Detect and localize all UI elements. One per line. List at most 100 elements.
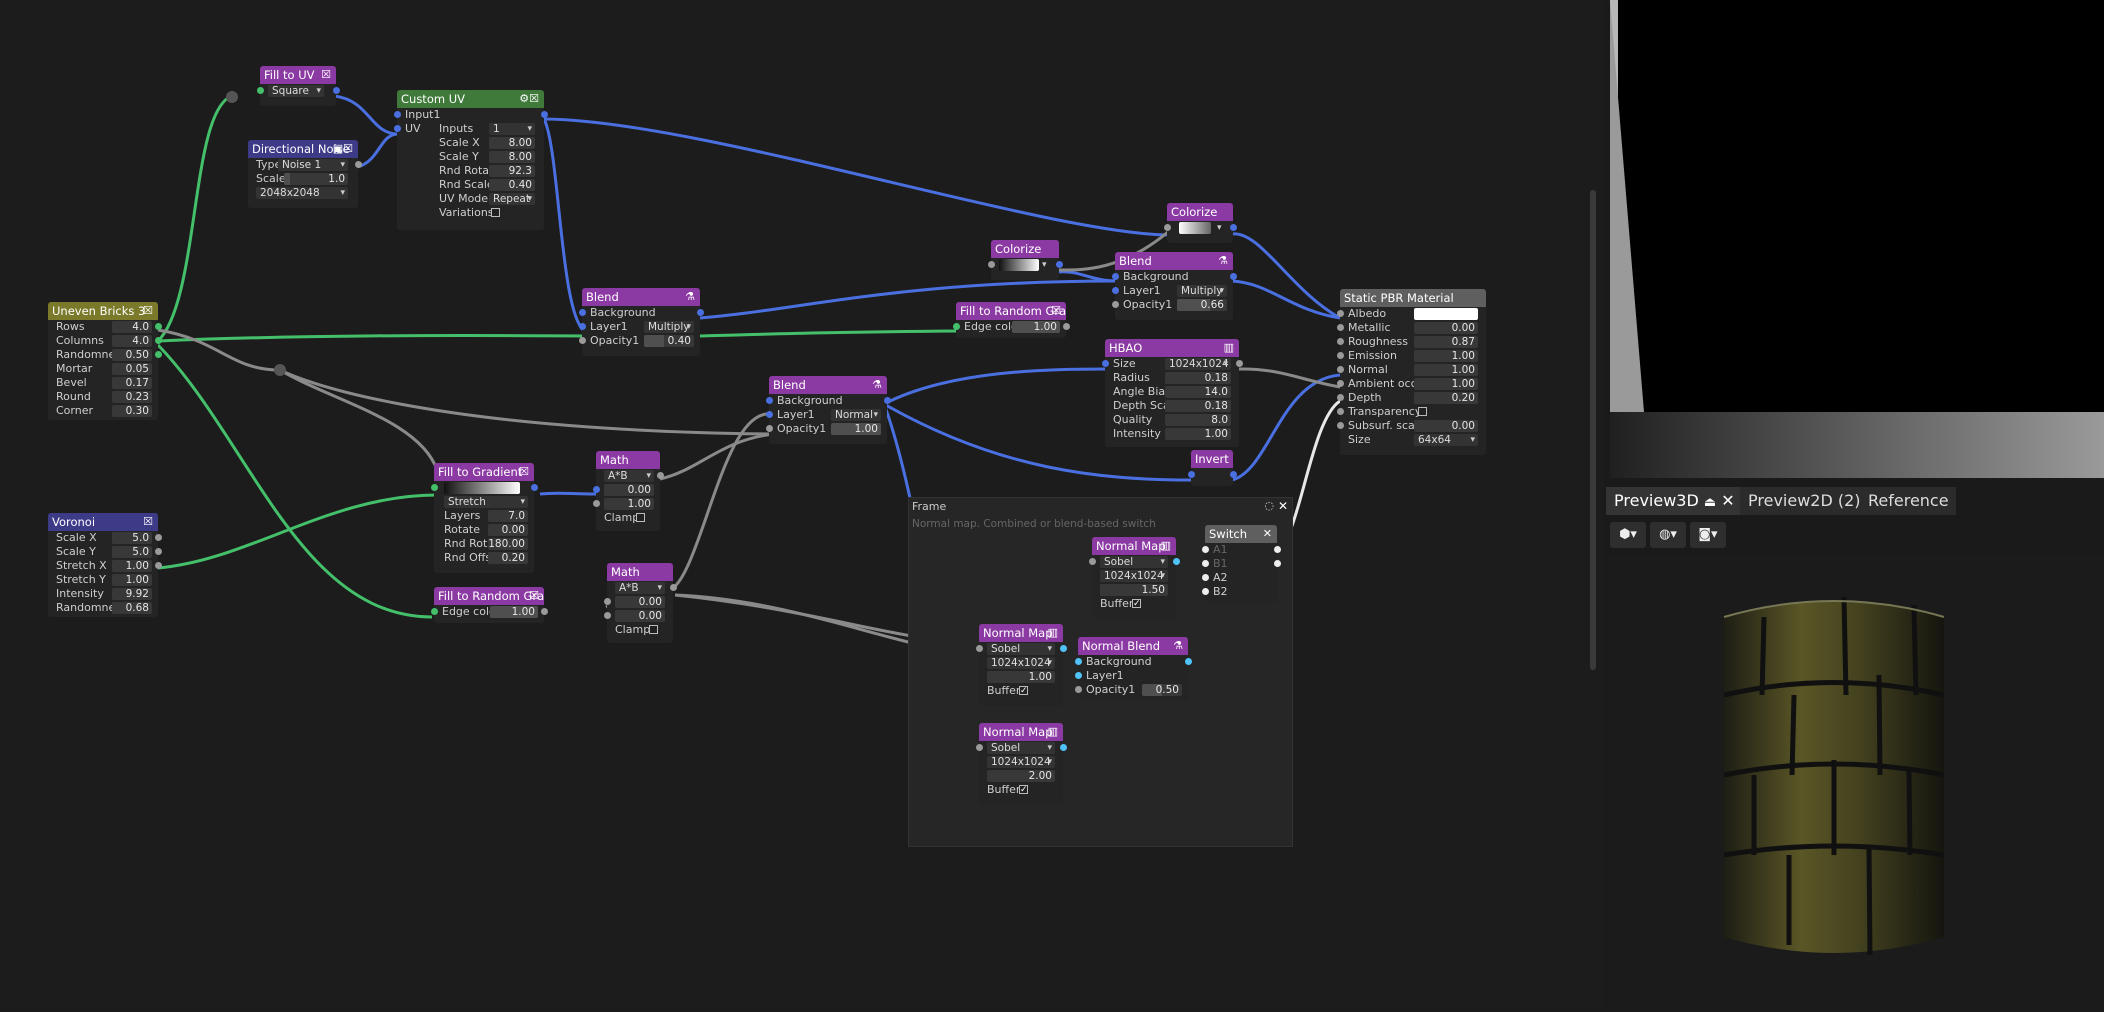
node-title[interactable]: Fill to Random Gray ☒ (956, 302, 1066, 320)
camera-icon[interactable]: ◙▾ (1690, 522, 1726, 548)
node-title[interactable]: Math (607, 563, 673, 581)
close-icon[interactable]: ☒ (1051, 302, 1061, 320)
value-field[interactable]: 0.50 (112, 349, 152, 361)
size-dropdown[interactable]: 64x64 (1414, 434, 1478, 446)
node-title[interactable]: Invert (1191, 450, 1233, 468)
clamp-checkbox[interactable] (636, 513, 645, 522)
a-field[interactable]: 0.00 (615, 596, 665, 608)
blend-icon[interactable]: ⚗ (872, 376, 882, 394)
node-math-1[interactable]: Math A*B 0.00 1.00 Clamp (592, 451, 664, 531)
close-icon[interactable]: ☒ (519, 463, 529, 481)
reroute-node[interactable] (226, 91, 238, 103)
buffer-checkbox[interactable] (1132, 597, 1141, 611)
transparency-checkbox[interactable] (1418, 407, 1427, 416)
strength-field[interactable]: 1.00 (987, 671, 1055, 683)
output-port[interactable] (883, 397, 891, 404)
method-dropdown[interactable]: Sobel (1100, 556, 1168, 568)
preview-2d-view[interactable] (1610, 0, 2104, 478)
input-port[interactable] (1088, 558, 1096, 565)
output-port[interactable] (1229, 273, 1237, 280)
strength-field[interactable]: 2.00 (987, 770, 1055, 782)
value-field[interactable]: 0.20 (488, 552, 528, 564)
output-port[interactable] (1229, 224, 1237, 231)
value-field[interactable]: 4.0 (112, 335, 152, 347)
subsurf-field[interactable]: 0.00 (1414, 420, 1478, 432)
b-field[interactable]: 1.00 (604, 498, 654, 510)
input-port[interactable] (578, 323, 586, 330)
blend-icon[interactable]: ⚗ (1218, 252, 1228, 270)
mode-dropdown[interactable]: Square (268, 85, 324, 97)
input-port[interactable] (1336, 338, 1344, 345)
preview-icon[interactable]: ▥ (1048, 624, 1058, 642)
output-port[interactable] (1172, 558, 1180, 565)
size-dropdown[interactable]: 1024x1024 (987, 756, 1055, 768)
input-port[interactable] (1111, 301, 1119, 308)
node-title[interactable]: Uneven Bricks 3 ☒ (48, 302, 158, 320)
albedo-color-swatch[interactable] (1414, 308, 1478, 320)
node-invert[interactable]: Invert (1187, 450, 1237, 486)
input-port[interactable] (1111, 287, 1119, 294)
node-fill-to-random-gray-2[interactable]: Fill to Random Gray ☒ Edge color 1.00 (952, 302, 1070, 338)
node-normal-blend[interactable]: Normal Blend ⚗ Background Layer1 Opacity1… (1074, 637, 1192, 701)
node-static-pbr-material[interactable]: Static PBR Material Albedo Metallic 0.00 Ro… (1336, 289, 1486, 455)
input-port[interactable] (1101, 360, 1109, 367)
input-port[interactable] (765, 397, 773, 404)
node-graph-editor[interactable]: Fill to UV☒ Square Directional Noise▣☒ T… (0, 0, 1604, 1008)
output-port[interactable] (154, 534, 162, 541)
input-port[interactable] (603, 612, 611, 619)
gradient-editor[interactable] (444, 482, 520, 494)
output-port[interactable] (540, 608, 548, 615)
input-port[interactable] (1336, 324, 1344, 331)
node-title[interactable]: Directional Noise ▣☒ (248, 140, 358, 158)
input-port[interactable] (1111, 273, 1119, 280)
node-title[interactable]: Blend ⚗ (769, 376, 887, 394)
input-port[interactable] (1336, 380, 1344, 387)
node-colorize-1[interactable]: Colorize ▾ (987, 240, 1063, 280)
value-field[interactable]: 0.00 (488, 524, 528, 536)
preview-icon[interactable]: ▥ (1161, 537, 1171, 555)
node-title[interactable]: HBAO ▥ (1105, 339, 1239, 357)
value-field[interactable]: 5.0 (112, 532, 152, 544)
input-port[interactable] (578, 337, 586, 344)
inputs-dropdown[interactable]: 1 (489, 123, 535, 135)
node-title[interactable]: Normal Map ▥ (1092, 537, 1176, 555)
size-dropdown[interactable]: 1024x1024 (1165, 358, 1231, 370)
node-normal-map-3[interactable]: Normal Map▥ Sobel 1024x1024 2.00 Buffer (975, 723, 1067, 805)
output-port[interactable] (540, 111, 548, 118)
value-field[interactable]: 1.00 (1414, 378, 1478, 390)
input-port[interactable] (1336, 310, 1344, 317)
node-title[interactable]: Blend ⚗ (582, 288, 700, 306)
buffer-checkbox[interactable] (1019, 684, 1028, 698)
input-port[interactable] (393, 111, 401, 118)
output-port[interactable] (1273, 546, 1281, 553)
input-port[interactable] (1163, 224, 1171, 231)
a-field[interactable]: 0.00 (604, 484, 654, 496)
gradient-editor[interactable] (999, 259, 1039, 271)
value-field[interactable]: 8.00 (489, 137, 535, 149)
blend-icon[interactable]: ⚗ (685, 288, 695, 306)
node-title[interactable]: Voronoi ☒ (48, 513, 158, 531)
value-field[interactable]: 9.92 (112, 588, 152, 600)
output-port[interactable] (1055, 261, 1063, 268)
variations-checkbox[interactable] (491, 208, 500, 217)
preview-3d-view[interactable] (1604, 555, 2104, 1008)
input-port[interactable] (430, 484, 438, 491)
value-field[interactable]: 4.0 (112, 321, 152, 333)
model-icon[interactable]: ⬢▾ (1610, 522, 1646, 548)
value-field[interactable]: 0.05 (112, 363, 152, 375)
opacity-field[interactable]: 0.66 (1177, 299, 1227, 311)
close-icon[interactable]: ✕ (1721, 491, 1734, 510)
node-title[interactable]: Colorize (991, 240, 1059, 258)
output-port[interactable] (1229, 471, 1237, 478)
input-port[interactable] (430, 608, 438, 615)
environment-globe-icon[interactable]: ◍▾ (1650, 522, 1686, 548)
node-title[interactable]: Fill to UV ☒ (260, 66, 336, 84)
output-port[interactable] (1184, 658, 1192, 665)
value-field[interactable]: 0.18 (1165, 400, 1231, 412)
node-fill-to-gradient[interactable]: Fill to Gradient☒ Stretch Layers7.0Rotat… (430, 463, 538, 573)
opacity-field[interactable]: 0.40 (644, 335, 694, 347)
input-port[interactable] (578, 309, 586, 316)
node-normal-map-1[interactable]: Normal Map▥ Sobel 1024x1024 1.50 Buffer (1088, 537, 1180, 619)
input-port[interactable] (1336, 394, 1344, 401)
input-port[interactable] (1336, 352, 1344, 359)
